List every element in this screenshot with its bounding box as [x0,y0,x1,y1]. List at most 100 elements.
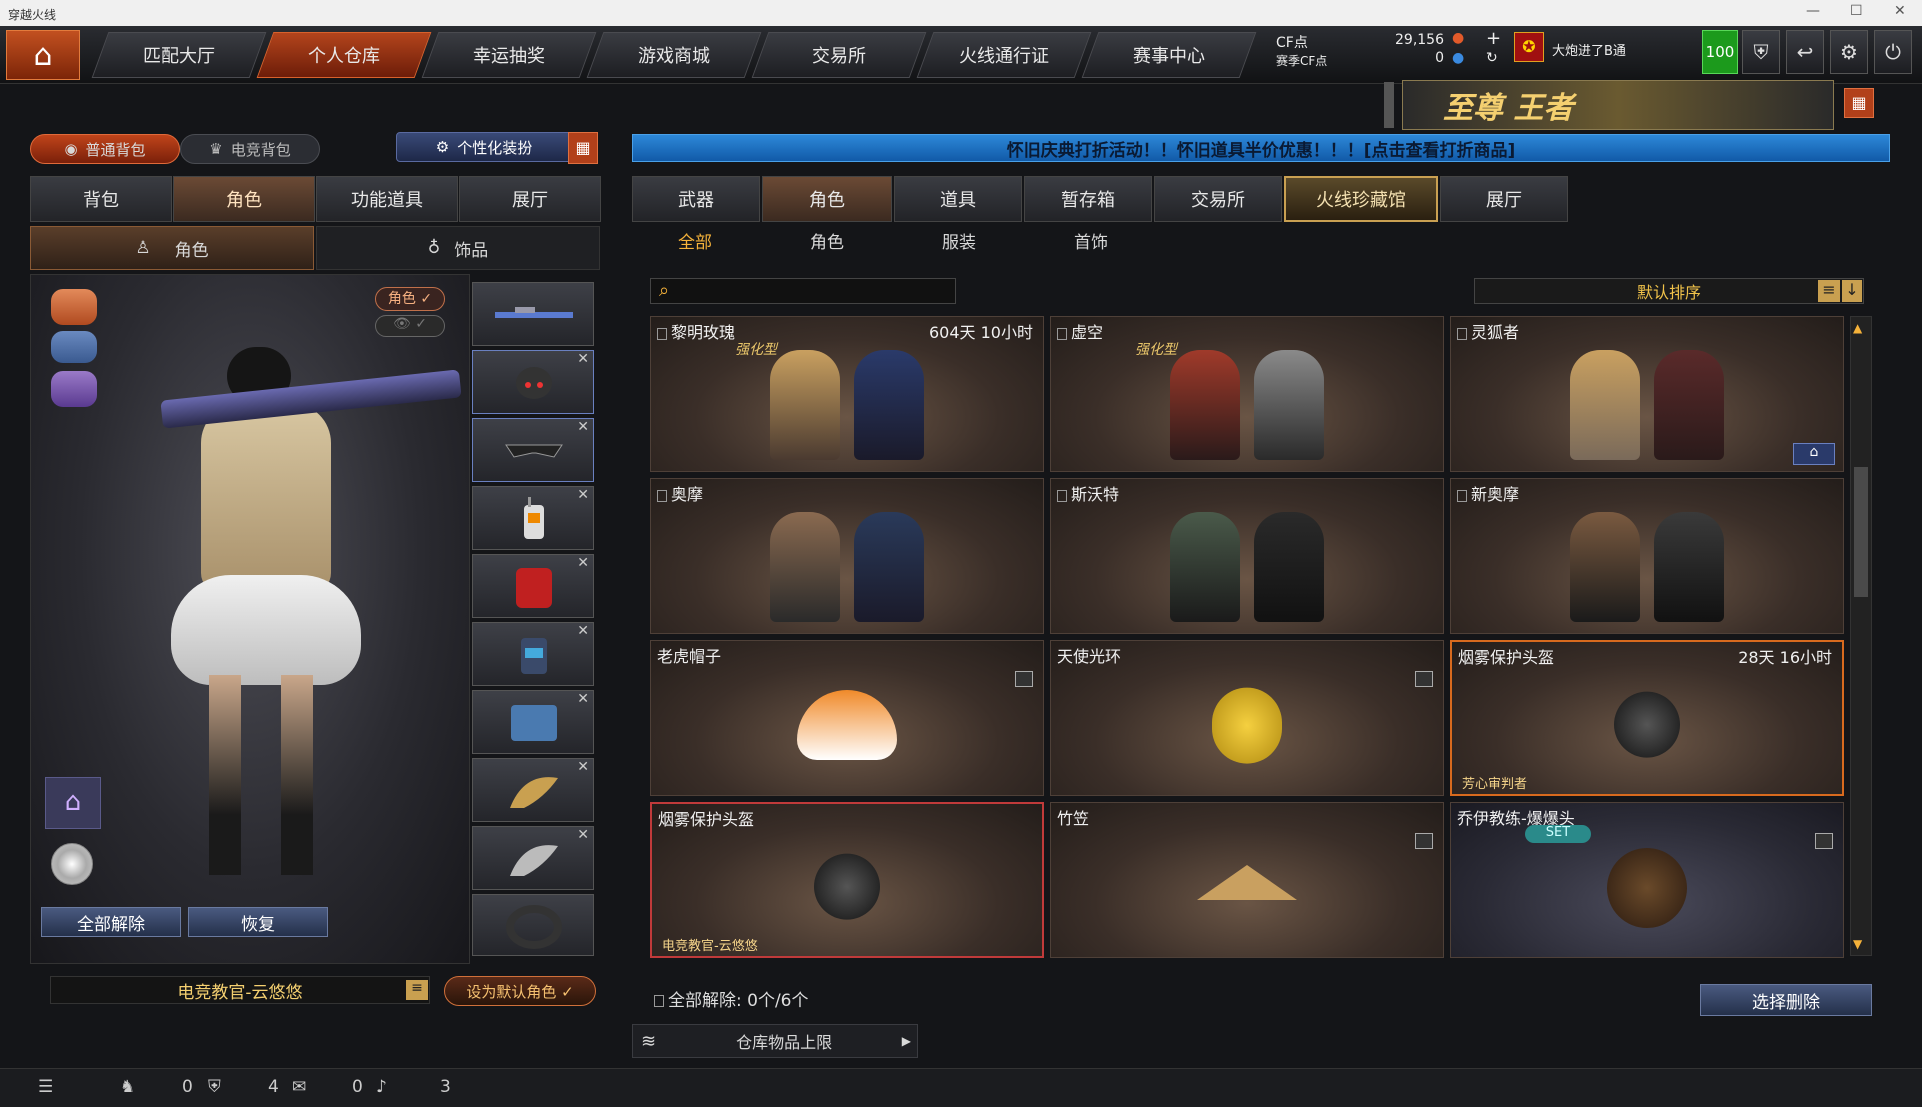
storage-limit-bar[interactable]: ≋ 仓库物品上限 ▶ [632,1024,918,1058]
unequip-all-button[interactable]: 全部解除 [41,907,181,937]
item-card[interactable]: 乔伊教练-爆爆头 SET [1450,802,1844,958]
remove-icon[interactable]: ✕ [577,827,589,843]
sort-dropdown[interactable]: 默认排序 [1474,278,1864,304]
normal-bag-tab[interactable]: ◉ 普通背包 [30,134,180,164]
return-icon[interactable]: ↩ [1786,30,1824,74]
item-card[interactable]: 老虎帽子 [650,640,1044,796]
rtab-storage-box[interactable]: 暂存箱 [1024,176,1152,222]
character-name[interactable]: 电竞教官-云悠悠 [50,976,430,1004]
nav-tab-shop[interactable]: 游戏商城 [586,32,762,78]
clan-icon[interactable]: ⛨ [208,1077,221,1097]
visibility-toggle-icon[interactable]: 👁 ✓ [375,315,445,337]
equip-slot-backpack[interactable]: ✕ [472,554,594,618]
equip-slot-dragon-silver[interactable]: ✕ [472,826,594,890]
minimize-icon[interactable]: — [1806,3,1820,19]
remove-icon[interactable]: ✕ [577,419,589,435]
rtab-character[interactable]: 角色 [762,176,892,222]
maximize-icon[interactable]: ☐ [1850,3,1863,19]
search-input[interactable]: ⌕ [650,278,956,304]
notice-banner[interactable]: 怀旧庆典打折活动！！怀旧道具半价优惠！！！[点击查看打折商品] [632,134,1890,162]
hanger-icon[interactable]: ⌂ [45,777,101,829]
filter-all[interactable]: 全部 [678,228,712,253]
scroll-down-icon[interactable]: ▼ [1853,937,1862,951]
item-card[interactable]: 奥摩 [650,478,1044,634]
nav-tab-lobby[interactable]: 匹配大厅 [91,32,267,78]
select-delete-button[interactable]: 选择删除 [1700,984,1872,1016]
item-card[interactable]: 新奥摩 [1450,478,1844,634]
scrollbar[interactable]: ▲ ▼ [1850,316,1872,956]
tab-function-items[interactable]: 功能道具 [316,176,458,222]
role-toggle[interactable]: 角色 ✓ [375,287,445,311]
promo-banner[interactable]: 至尊 王者 [1402,80,1834,130]
remove-icon[interactable]: ✕ [577,623,589,639]
remove-icon[interactable]: ✕ [577,351,589,367]
esports-bag-tab[interactable]: ♛ 电竞背包 [180,134,320,164]
friends-icon[interactable]: ♞ [120,1077,135,1097]
scroll-thumb[interactable] [1854,467,1868,597]
customize-button[interactable]: ⚙ 个性化装扮 [396,132,572,162]
equip-slot-glasses[interactable]: ✕ [472,418,594,482]
equip-slot-radio[interactable]: ✕ [472,486,594,550]
add-icon[interactable]: + [1486,28,1501,49]
item-card[interactable]: 斯沃特 [1050,478,1444,634]
sort-direction-icon[interactable]: ↓ [1842,280,1862,302]
customize-grid-icon[interactable]: ▦ [568,132,598,164]
speaker-icon[interactable]: ♪ [376,1077,387,1097]
bird-camp-icon[interactable] [51,371,97,407]
restore-button[interactable]: 恢复 [188,907,328,937]
home-icon[interactable]: ⌂ [6,30,80,80]
rtab-gallery[interactable]: 展厅 [1440,176,1568,222]
equip-slot-ammo[interactable]: ✕ [472,690,594,754]
item-card-selected[interactable]: 烟雾保护头盔 28天 16小时 芳心审判者 [1450,640,1844,796]
close-icon[interactable]: ✕ [1894,3,1906,19]
user-level[interactable]: 100 [1702,30,1738,74]
list-icon[interactable]: ☰ [38,1077,53,1097]
equip-slot-gear[interactable]: ✕ [472,622,594,686]
filter-jewelry[interactable]: 首饰 [1074,228,1108,253]
tab-backpack[interactable]: 背包 [30,176,172,222]
menu-icon[interactable]: ≡ [406,980,428,1000]
remove-icon[interactable]: ✕ [577,759,589,775]
wolf-camp-icon[interactable] [51,331,97,363]
power-icon[interactable]: ⏻ [1874,30,1912,74]
rtab-collection[interactable]: 火线珍藏馆 [1284,176,1438,222]
promo-handle[interactable] [1384,82,1394,128]
shield-icon[interactable]: ⛨ [1742,30,1780,74]
hanger-icon[interactable]: ⌂ [1793,443,1835,465]
tab-character[interactable]: 角色 [173,176,315,222]
item-card-selected[interactable]: 烟雾保护头盔 电竞教官-云悠悠 [650,802,1044,958]
refresh-icon[interactable]: ↻ [1486,50,1498,66]
list-view-icon[interactable]: ≡ [1818,280,1840,302]
rtab-items[interactable]: 道具 [894,176,1022,222]
scroll-up-icon[interactable]: ▲ [1853,321,1862,335]
item-card[interactable]: 黎明玫瑰 604天 10小时 强化型 [650,316,1044,472]
remove-icon[interactable]: ✕ [577,555,589,571]
equip-slot-helmet[interactable]: ✕ [472,350,594,414]
filter-clothing[interactable]: 服装 [942,228,976,253]
equip-slot-weapon[interactable] [472,282,594,346]
equip-slot-dragon-gold[interactable]: ✕ [472,758,594,822]
item-card[interactable]: 竹笠 [1050,802,1444,958]
set-default-button[interactable]: 设为默认角色 ✓ [444,976,596,1006]
nav-tab-events[interactable]: 赛事中心 [1081,32,1257,78]
rtab-weapons[interactable]: 武器 [632,176,760,222]
nav-tab-pass[interactable]: 火线通行证 [916,32,1092,78]
nav-tab-warehouse[interactable]: 个人仓库 [256,32,432,78]
eagle-camp-icon[interactable] [51,289,97,325]
item-card[interactable]: 虚空 强化型 [1050,316,1444,472]
nav-tab-lottery[interactable]: 幸运抽奖 [421,32,597,78]
item-card[interactable]: 灵狐者 ⌂ [1450,316,1844,472]
character-preview[interactable]: 角色 ✓ 👁 ✓ ⌂ 全部解除 恢复 [30,274,470,964]
equip-slot-ring[interactable] [472,894,594,956]
disc-icon[interactable] [51,843,93,885]
rtab-exchange[interactable]: 交易所 [1154,176,1282,222]
gear-icon[interactable]: ⚙ [1830,30,1868,74]
tab-gallery[interactable]: 展厅 [459,176,601,222]
remove-icon[interactable]: ✕ [577,487,589,503]
subtab-accessories[interactable]: ♁ 饰品 [316,226,600,270]
nav-tab-exchange[interactable]: 交易所 [751,32,927,78]
filter-character[interactable]: 角色 [810,228,844,253]
grid-menu-icon[interactable]: ▦ [1844,88,1874,118]
item-card[interactable]: 天使光环 [1050,640,1444,796]
remove-icon[interactable]: ✕ [577,691,589,707]
